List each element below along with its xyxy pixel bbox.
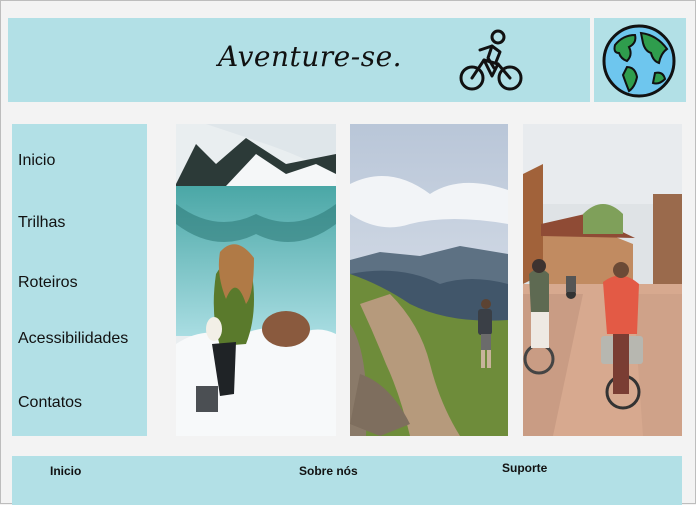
cyclist-icon [459, 29, 523, 91]
globe-panel [594, 18, 686, 102]
photo-hiker-trail [350, 124, 508, 436]
footer-link-sobre-nos[interactable]: Sobre nós [299, 464, 358, 478]
brand-title[interactable]: Aventure-se. [218, 40, 402, 73]
footer-link-inicio[interactable]: Inicio [50, 464, 81, 478]
photo-cyclists-street [523, 124, 682, 436]
sidebar-item-roteiros[interactable]: Roteiros [18, 274, 78, 292]
photo-lake-snow [176, 124, 336, 436]
footer: Inicio Sobre nós Suporte [12, 456, 682, 505]
sidebar-item-acessibilidades[interactable]: Acessibilidades [18, 330, 128, 348]
sidebar-item-inicio[interactable]: Inicio [18, 152, 55, 170]
sidebar-item-contatos[interactable]: Contatos [18, 394, 82, 412]
footer-link-suporte[interactable]: Suporte [502, 461, 547, 475]
sidebar-nav: Inicio Trilhas Roteiros Acessibilidades … [12, 124, 147, 436]
sidebar-item-trilhas[interactable]: Trilhas [18, 214, 65, 232]
globe-icon[interactable] [601, 23, 677, 99]
header-banner: Aventure-se. [8, 18, 590, 102]
